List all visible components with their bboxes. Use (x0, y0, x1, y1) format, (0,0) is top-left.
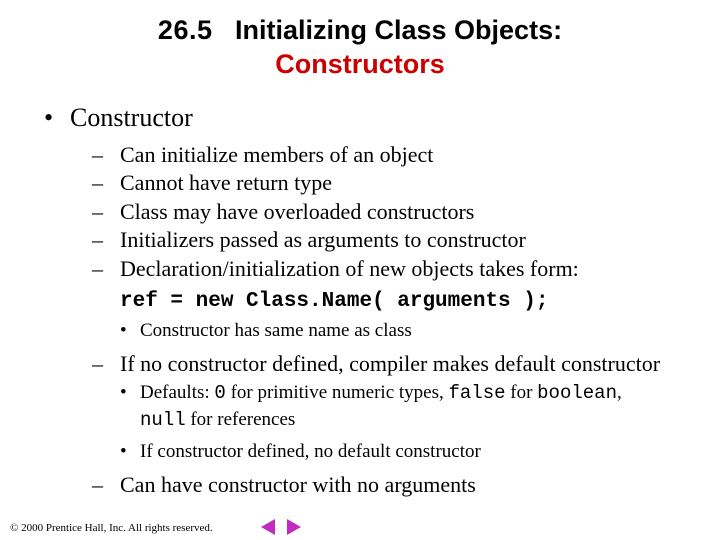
arrow-right-icon (287, 519, 301, 535)
sub-bullet: Class may have overloaded constructors (92, 198, 686, 227)
content-area: Constructor Can initialize members of an… (0, 82, 720, 500)
sub3-bullet: Defaults: 0 for primitive numeric types,… (120, 380, 686, 433)
title-line1: Initializing Class Objects: (235, 15, 562, 45)
slide: 26.5 Initializing Class Objects: Constru… (0, 0, 720, 540)
code-line: ref = new Class.Name( arguments ); (120, 288, 686, 316)
sub-bullet: Cannot have return type (92, 169, 686, 198)
title-number: 26.5 (158, 15, 213, 45)
slide-title: 26.5 Initializing Class Objects: Constru… (0, 0, 720, 82)
nav-controls (258, 518, 304, 536)
sub-bullet: Can have constructor with no arguments (92, 471, 686, 500)
sub-bullet: Declaration/initialization of new object… (92, 255, 686, 284)
sub3-bullet: If constructor defined, no default const… (120, 439, 686, 465)
title-line2: Constructors (275, 49, 445, 79)
sub-bullet: Can initialize members of an object (92, 141, 686, 170)
arrow-left-icon (261, 519, 275, 535)
copyright-footer: © 2000 Prentice Hall, Inc. All rights re… (10, 522, 213, 534)
next-button[interactable] (284, 518, 304, 536)
sub3-bullet: Constructor has same name as class (120, 318, 686, 344)
sub-bullet: Initializers passed as arguments to cons… (92, 226, 686, 255)
prev-button[interactable] (258, 518, 278, 536)
bullet-text: Constructor (70, 103, 193, 132)
sub-bullet: If no constructor defined, compiler make… (92, 350, 686, 379)
bullet-constructor: Constructor Can initialize members of an… (44, 100, 686, 500)
